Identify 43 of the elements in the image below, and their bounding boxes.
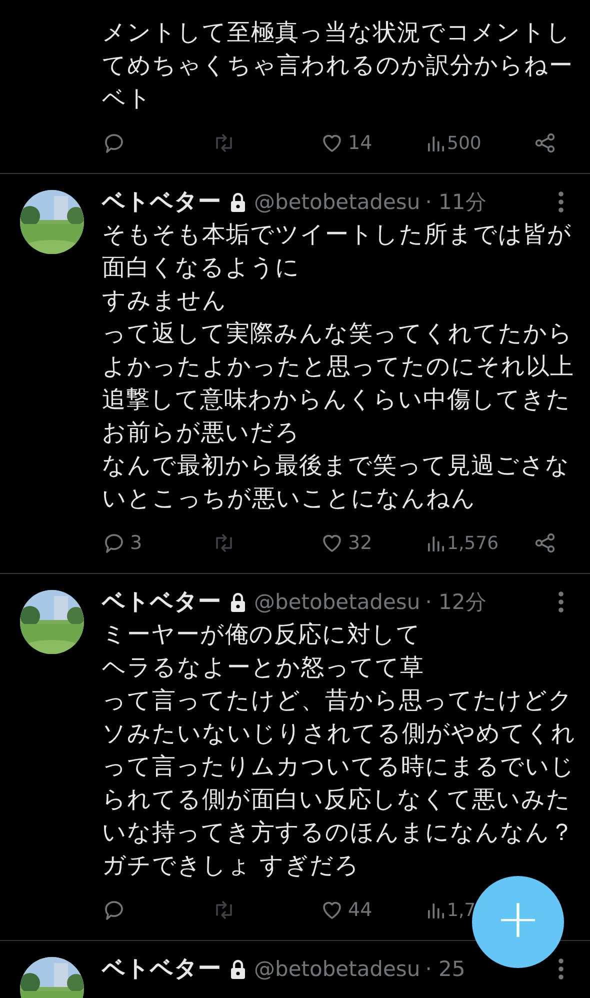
tweet-text-line: られてる側が面白い反応しなくて悪いみた [102,784,572,815]
tweet-text-line: って返して実際みんな笑ってくれてたから [102,318,574,349]
tweet-text-line: すみません [102,285,228,316]
reply-icon[interactable] [102,131,126,155]
tweet-text-line: ミーヤーが俺の反応に対して [102,619,422,650]
like-count: 32 [348,532,372,554]
tweet-text-line: いな持ってき方するのほんまになんなん？ [102,817,575,848]
tweet-text-line: よかったよかったと思ってたのにそれ以上 [102,351,575,382]
author-name[interactable]: ベトベター [102,186,221,217]
tweet-text-line: なんで最初から最後まで笑って見過ごさな [102,450,571,481]
post-time: · 12分 [425,588,486,616]
more-icon[interactable] [558,958,564,980]
tweet-text-line: 面白くなるように [102,252,301,283]
like-count: 44 [348,899,372,921]
more-icon[interactable] [558,190,564,212]
tweet-text-line: いとこっちが悪いことになんねん [102,483,477,514]
post-time: · 11分 [425,188,486,216]
tweet-text-line: 追撃して意味わからんくらい中傷してきた [102,384,572,415]
author-name[interactable]: ベトベター [102,953,221,984]
user-handle[interactable]: @betobetadesu [254,590,420,614]
tweet-text-line: ガチできしょ すぎだろ [102,850,360,881]
tweet-text-line: って言ったりムカついてる時にまるでいじ [102,751,576,782]
tweet-text-line: お前らが悪いだろ [102,417,301,448]
user-handle[interactable]: @betobetadesu [254,956,420,980]
post-time: · 25 [425,956,466,980]
tweet-text-line: そもそも本垢でツイートした所までは皆が [102,219,573,250]
tweet-text-line: ヘラるなよーとか怒ってて草 [102,652,425,683]
more-icon[interactable] [558,590,564,612]
reply-count: 3 [130,532,142,554]
tweet-text-line: って言ってたけど、昔から思ってたけどク [102,685,574,716]
tweet-text-line: ソみたいないじりされてる側がやめてくれ [102,718,577,749]
views-count: 500 [447,132,482,154]
share-icon[interactable] [533,531,557,555]
tweet-text-line: てめちゃくちゃ言われるのか訳分からねー [102,50,574,81]
tweet-text-line: ベト [102,83,153,114]
like-count: 14 [348,132,372,154]
share-icon[interactable] [533,131,557,155]
tweet-text-line: メントして至極真っ当な状況でコメントし [102,17,572,48]
author-name[interactable]: ベトベター [102,586,221,617]
reply-icon[interactable] [102,531,126,555]
reply-icon[interactable] [102,898,126,922]
user-handle[interactable]: @betobetadesu [254,190,420,214]
views-count: 1,576 [447,532,499,554]
